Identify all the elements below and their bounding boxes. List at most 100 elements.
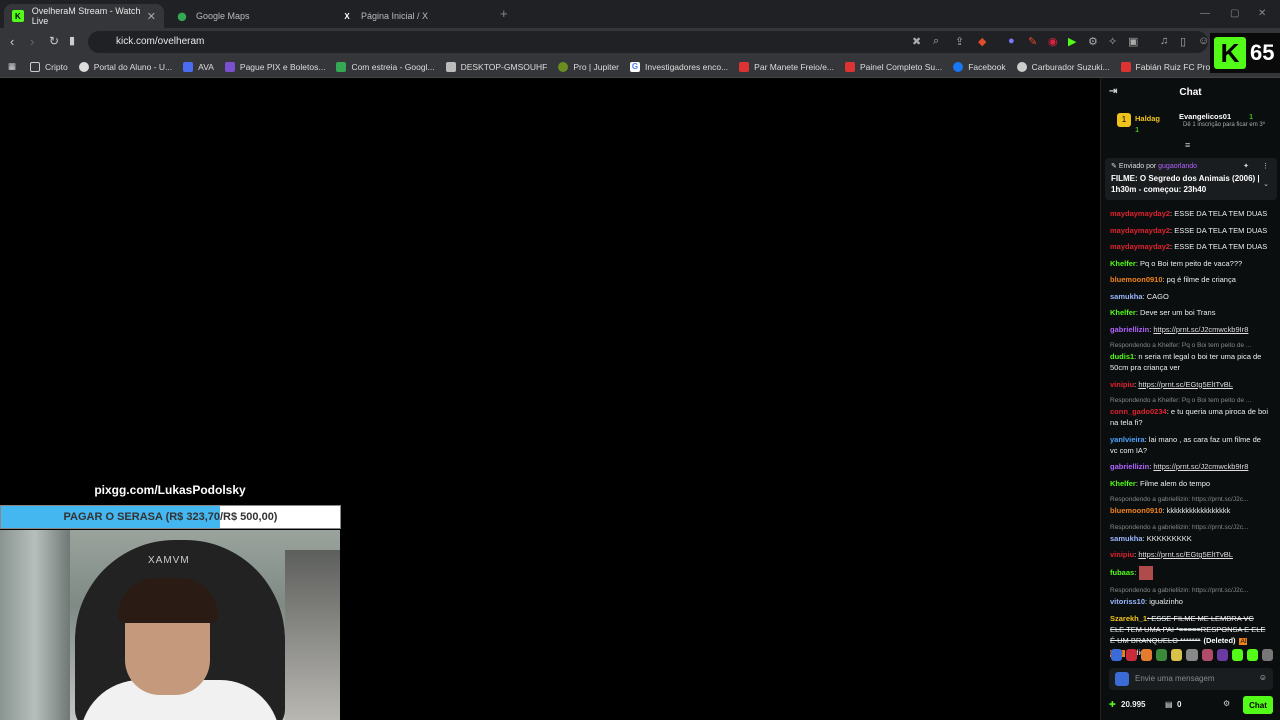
maximize-icon[interactable]: ▢ [1230,8,1239,19]
media-icon[interactable]: ♫ [1160,35,1168,47]
extension-icon[interactable]: ✎ [1028,35,1037,48]
new-tab-icon[interactable]: + [500,6,508,21]
tab-x-home[interactable]: X Página Inicial / X [333,4,498,28]
emoji-icon[interactable]: ☺ [1259,673,1267,682]
chat-username[interactable]: vinipiu [1110,550,1134,559]
chat-link[interactable]: https://prnt.sc/EGtg5EltTvBL [1138,550,1233,559]
emote-picker-icon[interactable] [1115,672,1129,686]
brave-shield-icon[interactable]: ◆ [978,35,986,48]
minimize-icon[interactable]: — [1200,8,1210,19]
extension-icon[interactable]: ⚙ [1088,35,1098,48]
emote-icon[interactable] [1141,649,1153,661]
share-icon[interactable]: ⇪ [955,35,964,48]
chat-username[interactable]: maydaymayday2 [1110,242,1170,251]
bookmark-item[interactable]: Pague PIX e Boletos... [224,61,325,72]
chat-username[interactable]: Khelfer [1110,259,1136,268]
bookmark-item[interactable]: Carburador Suzuki... [1016,61,1110,72]
close-tab-icon[interactable]: ✕ [147,10,156,23]
extension-icon[interactable]: ◉ [1048,35,1058,48]
chat-input[interactable]: Envie uma mensagem ☺ [1109,668,1273,690]
mute-icon[interactable]: ✖ [912,35,921,48]
bookmark-item[interactable]: Com estreia - Googl... [336,61,435,72]
chat-link[interactable]: https://prnt.sc/EGtg5EltTvBL [1138,380,1233,389]
emote-icon[interactable] [1261,649,1274,661]
bookmark-item[interactable]: Facebook [953,61,1006,72]
unpin-icon[interactable]: ✦ [1243,162,1249,170]
bookmark-item[interactable]: DESKTOP-GMSOUHF [445,61,547,72]
emote-icon[interactable] [1201,649,1213,661]
chat-username[interactable]: conn_gado0234 [1110,407,1167,416]
chat-username[interactable]: Khelfer [1110,308,1136,317]
curtain [0,530,70,720]
bookmark-label: Cripto [45,61,68,72]
zoom-icon[interactable]: ⌕ [933,35,939,48]
profile-icon[interactable]: ☺ [1198,35,1209,47]
emote-icon[interactable] [1171,649,1183,661]
back-icon[interactable]: ‹ [10,34,14,49]
chat-username[interactable]: vinipiu [1110,380,1134,389]
bookmark-icon[interactable]: ▮ [69,34,75,47]
chat-username[interactable]: samukha [1110,292,1143,301]
emote-icon[interactable] [1126,649,1138,661]
chat-username[interactable]: dudis1 [1110,352,1134,361]
chevron-down-icon[interactable]: ⌄ [1263,180,1269,188]
emote-icon[interactable] [1156,649,1168,661]
apps-icon[interactable]: ▦ [8,61,16,72]
more-icon[interactable]: ⋮ [1262,162,1269,170]
chat-username[interactable]: samukha [1110,534,1143,543]
chat-username[interactable]: yanlvieira [1110,435,1145,444]
bookmark-item[interactable]: Painel Completo Su... [845,61,942,72]
bookmark-item[interactable]: AVA [183,61,214,72]
chat-username[interactable]: gabriellizin [1110,325,1149,334]
kick-logo-icon: K [1214,37,1246,69]
chat-username[interactable]: bluemoon0910 [1110,506,1163,515]
chat-username[interactable]: maydaymayday2 [1110,209,1170,218]
chat-link[interactable]: https://prnt.sc/J2cmwckb9Ir8 [1153,462,1248,471]
emote-icon[interactable] [1246,649,1258,661]
tab-kick-stream[interactable]: K OvelheraM Stream - Watch Live ✕ [4,4,164,28]
reply-reference[interactable]: Respondendo a gabriellizin: https://prnt… [1110,494,1270,505]
desktop-icon [445,61,456,72]
chat-link[interactable]: https://prnt.sc/J2cmwckb9Ir8 [1153,325,1248,334]
chat-username[interactable]: bluemoon0910 [1110,275,1163,284]
url-bar[interactable]: kick.com/ovelheram [88,31,1208,53]
chair-logo-text: XAMVM [148,555,190,566]
sidebar-icon[interactable]: ▯ [1180,35,1186,48]
chat-username[interactable]: Khelfer [1110,479,1136,488]
screenshot-icon[interactable]: ▣ [1128,35,1138,48]
reply-reference[interactable]: Respondendo a gabriellizin: https://prnt… [1110,585,1270,596]
bookmark-item[interactable]: Pro | Jupiter [558,61,619,72]
viewer-count: 20.995 [1121,700,1146,709]
bookmark-item[interactable]: Cripto [30,61,68,72]
chat-username[interactable]: vitoriss10 [1110,597,1145,606]
chat-username[interactable]: gabriellizin [1110,462,1149,471]
emote-icon[interactable] [1231,649,1243,661]
window-close-icon[interactable]: ✕ [1258,8,1266,19]
bookmark-item[interactable]: Portal do Aluno - U... [78,61,172,72]
reply-reference[interactable]: Respondendo a Khelfer: Pq o Boi tem peit… [1110,340,1270,351]
extension-icon[interactable]: ▶ [1068,35,1076,48]
reload-icon[interactable]: ↻ [49,34,59,48]
chat-message: fubaas: [1110,565,1270,580]
chat-username[interactable]: fubaas [1110,567,1134,576]
settings-gear-icon[interactable]: ⚙ [1223,699,1230,708]
collapse-chat-icon[interactable]: ⇥ [1109,86,1117,97]
puzzle-icon[interactable]: ✧ [1108,35,1117,48]
expand-icon[interactable]: ≡ [1185,140,1190,150]
forward-icon[interactable]: › [30,34,34,49]
tab-google-maps[interactable]: ⬤ Google Maps [168,4,333,28]
emote-icon[interactable] [1186,649,1198,661]
reply-reference[interactable]: Respondendo a Khelfer: Pq o Boi tem peit… [1110,395,1270,406]
bookmark-item[interactable]: G Investigadores enco... [630,61,728,72]
chat-username[interactable]: maydaymayday2 [1110,226,1170,235]
bookmark-item[interactable]: Fabián Ruiz FC Pro L... [1120,61,1224,72]
chat-footer: ✚ 20.995 ▤ 0 ⚙ Chat [1109,696,1273,716]
emote-icon[interactable] [1216,649,1228,661]
bookmark-item[interactable]: Par Manete Freio/e... [739,61,834,72]
emote-icon[interactable] [1111,649,1123,661]
bookmarks-bar: ▦ Cripto Portal do Aluno - U... AVA Pagu… [0,56,1280,78]
send-chat-button[interactable]: Chat [1243,696,1273,714]
reply-reference[interactable]: Respondendo a gabriellizin: https://prnt… [1110,522,1270,533]
extension-icon[interactable]: ● [1008,35,1015,47]
chat-username[interactable]: Szarekh_1 [1110,614,1147,623]
